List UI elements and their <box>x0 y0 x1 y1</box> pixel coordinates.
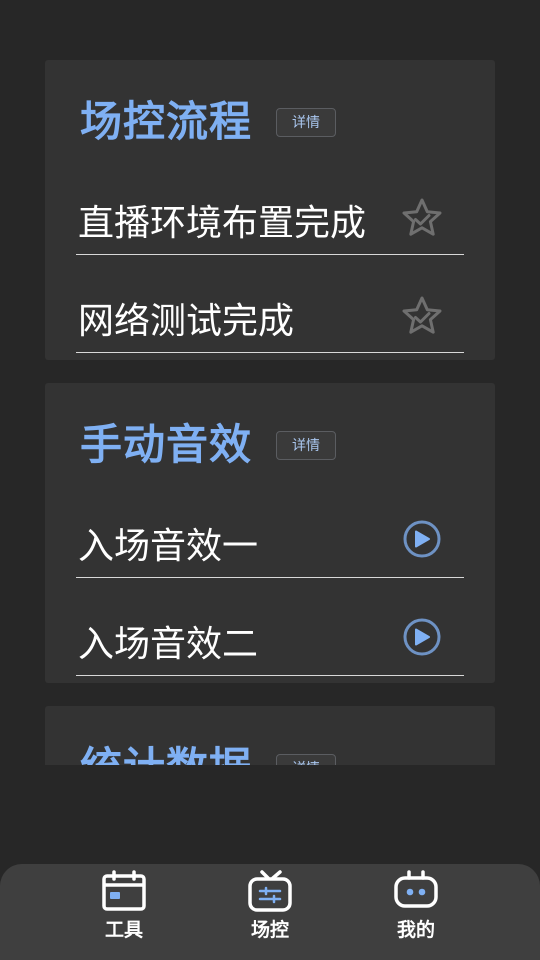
tab-tools[interactable]: 工具 <box>84 870 164 950</box>
tab-label: 场控 <box>250 919 289 941</box>
content-scroll-area[interactable]: 场控流程 详情 直播环境布置完成 网络测试完成 手动音效 详情 入场音效一 入场… <box>0 0 540 765</box>
card-header: 场控流程 详情 <box>80 96 337 148</box>
list-item[interactable]: 入场音效一 <box>76 517 464 578</box>
detail-button[interactable]: 详情 <box>276 430 337 460</box>
tab-label: 工具 <box>104 919 143 941</box>
card-title: 手动音效 <box>80 420 253 469</box>
card-manual-sound: 手动音效 详情 入场音效一 入场音效二 <box>45 383 495 683</box>
star-check-icon[interactable] <box>400 294 444 338</box>
detail-button[interactable]: 详情 <box>276 107 337 137</box>
list-item-label: 入场音效二 <box>78 624 259 665</box>
play-icon[interactable] <box>400 615 444 659</box>
play-icon[interactable] <box>400 517 444 561</box>
card-title: 场控流程 <box>80 97 253 146</box>
tab-live-control[interactable]: 场控 <box>230 870 310 950</box>
tv-settings-icon <box>248 870 292 912</box>
card-title: 统计数据 <box>80 742 252 765</box>
list-item-label: 网络测试完成 <box>78 301 295 342</box>
robot-face-icon <box>394 870 438 908</box>
bottom-tab-bar: 工具 场控 我的 <box>0 864 540 960</box>
star-check-icon[interactable] <box>400 196 444 240</box>
list-item[interactable]: 直播环境布置完成 <box>76 194 464 255</box>
app-screen: 场控流程 详情 直播环境布置完成 网络测试完成 手动音效 详情 入场音效一 入场… <box>0 0 540 960</box>
list-item-label: 直播环境布置完成 <box>78 203 367 244</box>
list-item-label: 入场音效一 <box>78 526 259 567</box>
card-statistics: 统计数据 详情 <box>45 706 495 765</box>
list-item[interactable]: 入场音效二 <box>76 615 464 676</box>
detail-button[interactable]: 详情 <box>276 753 337 765</box>
card-live-flow: 场控流程 详情 直播环境布置完成 网络测试完成 <box>45 60 495 360</box>
calendar-icon <box>102 870 146 911</box>
card-header: 手动音效 详情 <box>80 419 337 471</box>
card-header: 统计数据 详情 <box>80 742 337 765</box>
tab-mine[interactable]: 我的 <box>376 870 456 950</box>
list-item[interactable]: 网络测试完成 <box>76 292 464 353</box>
tab-label: 我的 <box>396 919 435 941</box>
